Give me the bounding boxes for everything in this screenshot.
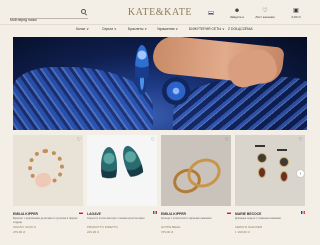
country-flag-icon xyxy=(153,211,157,214)
product-price-small: 379,00 zł xyxy=(161,230,174,234)
product-price: ОКОЛО: 00,00 zł xyxy=(13,225,36,229)
earring-left xyxy=(255,145,267,185)
wishlist-heart-icon[interactable]: ♡ xyxy=(299,137,303,143)
product-price: PRODOTTO DIRETTO xyxy=(87,225,118,229)
chevron-right-icon: › xyxy=(299,171,302,177)
product-brand: LAGAVE xyxy=(87,212,101,216)
product-brand: MARIE BECOCE xyxy=(235,212,262,216)
product-image[interactable]: ♡ xyxy=(161,135,231,206)
product-card[interactable]: ♡ EMILIA KIPPER Браслет с красивыми дета… xyxy=(13,135,83,234)
search-box[interactable] xyxy=(10,8,88,25)
wishlist-button[interactable]: ♡ Лист желания xyxy=(252,8,278,19)
site-logo[interactable]: KATE&KATE xyxy=(105,7,215,18)
product-image[interactable]: ♡ xyxy=(235,135,305,206)
earring-right xyxy=(118,143,148,185)
product-price-small: 279,00 zł xyxy=(13,230,26,234)
product-description: Серьги в стиле винтаж с синими кристалла… xyxy=(87,217,145,220)
hero-banner[interactable] xyxy=(13,37,307,130)
nav-item-sets[interactable]: БИЖУТЕРИЯ СЕТЫ ∨ xyxy=(189,27,225,31)
nav-item-necklaces[interactable]: Колье ∨ xyxy=(76,27,89,31)
heart-icon: ♡ xyxy=(262,8,268,14)
product-description: Кольцо с позолотой и чёрными камнями xyxy=(161,217,212,220)
user-icon: ☻ xyxy=(233,8,241,14)
account-label: Зайдите в xyxy=(229,15,245,19)
main-nav: Колье ∨ Серьги ∨ Браслеты ∨ Украшения ∨ … xyxy=(0,24,320,32)
nav-item-bracelets[interactable]: Браслеты ∨ xyxy=(128,27,147,31)
product-brand: EMILIA KIPPER xyxy=(13,212,38,216)
language-flag-icon[interactable] xyxy=(208,11,214,15)
hero-fabric-left xyxy=(13,67,153,130)
product-description: Длинные серьги с тёмными камнями xyxy=(235,217,282,220)
product-card[interactable]: ♡ LAGAVE Серьги в стиле винтаж с синими … xyxy=(87,135,157,234)
product-description: Браслет с красивыми деталями и кулоном в… xyxy=(13,217,78,224)
country-flag-icon xyxy=(227,211,231,214)
wishlist-heart-icon[interactable]: ♡ xyxy=(77,137,81,143)
product-image[interactable]: ♡ xyxy=(87,135,157,206)
product-image[interactable]: ♡ xyxy=(13,135,83,206)
wishlist-heart-icon[interactable]: ♡ xyxy=(151,137,155,143)
country-flag-icon xyxy=(301,211,305,214)
nav-item-jewelry[interactable]: Украшения ∨ xyxy=(157,27,178,31)
product-price: НОТРЕ ВЕНЕ xyxy=(161,225,181,229)
wishlist-heart-icon[interactable]: ♡ xyxy=(225,137,229,143)
carousel-next-button[interactable]: › xyxy=(296,169,305,178)
account-button[interactable]: ☻ Зайдите в xyxy=(229,8,245,19)
product-price-small: 229,00 zł xyxy=(87,230,100,234)
hero-earring xyxy=(135,45,149,95)
nav-item-extra[interactable]: Z DOŁĄCZENIA xyxy=(228,27,253,31)
product-brand: EMILIA KIPPER xyxy=(161,212,186,216)
nav-item-earrings[interactable]: Серьги ∨ xyxy=(102,27,117,31)
earring-right xyxy=(277,149,289,189)
earring-left xyxy=(101,147,117,185)
product-price-small: 1 199,00 zł xyxy=(235,230,250,234)
search-icon[interactable] xyxy=(81,9,86,14)
product-card[interactable]: ♡ MARIE BECOCE Длинные серьги с тёмными … xyxy=(235,135,305,234)
hero-bracelet xyxy=(162,77,190,105)
product-price: СЕРЬГИ ЛАКОЛЕЯ xyxy=(235,225,262,229)
site-header: KATE&KATE ☻ Зайдите в ♡ Лист желания ▣ 0… xyxy=(0,0,320,25)
product-card[interactable]: ♡ EMILIA KIPPER Кольцо с позолотой и чёр… xyxy=(161,135,231,234)
country-flag-icon xyxy=(79,211,83,214)
cart-button[interactable]: ▣ 0,00 zł xyxy=(289,8,303,19)
wishlist-label: Лист желания xyxy=(255,15,275,19)
cart-total: 0,00 zł xyxy=(291,15,301,19)
bag-icon: ▣ xyxy=(293,8,299,14)
